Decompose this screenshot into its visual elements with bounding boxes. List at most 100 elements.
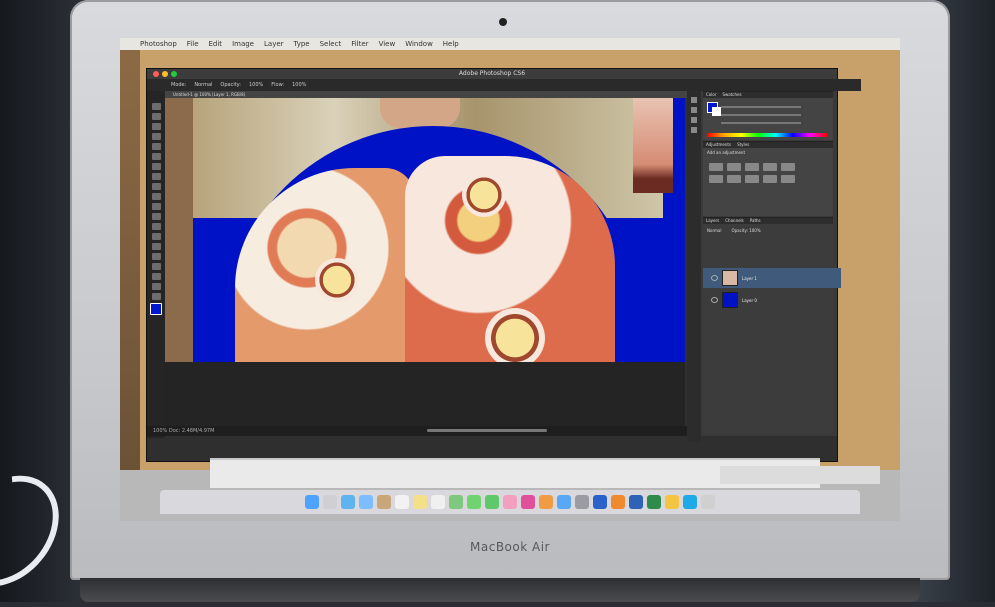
ps-window-title: Adobe Photoshop CS6 [458,70,526,77]
menubar-item[interactable]: Image [232,40,254,48]
safari-icon[interactable] [341,495,355,509]
blue-slider[interactable] [721,122,801,124]
move-tool-icon[interactable] [151,103,161,110]
photoshop-icon[interactable] [593,495,607,509]
lasso-tool-icon[interactable] [151,123,161,130]
color-spectrum[interactable] [707,133,827,137]
menubar-item[interactable]: File [187,40,199,48]
adjustments-panel: Adjustments Styles Add an adjustment [703,141,833,216]
document-tab[interactable]: Untitled-1 @ 100% (Layer 1, RGB/8) [165,91,693,98]
path-select-tool-icon[interactable] [151,263,161,270]
calendar-icon[interactable] [395,495,409,509]
crop-tool-icon[interactable] [151,143,161,150]
layer-row[interactable]: Layer 1 [703,268,841,288]
contacts-icon[interactable] [377,495,391,509]
flow-field[interactable]: 100% [292,82,306,88]
foreground-color-swatch[interactable] [150,303,162,315]
brush-panel-icon[interactable] [691,117,697,123]
blur-tool-icon[interactable] [151,223,161,230]
menubar-item[interactable]: Edit [209,40,223,48]
character-panel-icon[interactable] [691,127,697,133]
shape-tool-icon[interactable] [151,273,161,280]
chrome-icon[interactable] [665,495,679,509]
opacity-field[interactable]: 100% [249,82,263,88]
color-balance-icon[interactable] [727,175,741,183]
layer-opacity-field[interactable]: Opacity: 100% [731,228,760,233]
history-panel-icon[interactable] [691,97,697,103]
horizontal-scrollbar[interactable] [427,429,547,432]
dodge-tool-icon[interactable] [151,233,161,240]
appstore-icon[interactable] [557,495,571,509]
skype-icon[interactable] [683,495,697,509]
photos-icon[interactable] [503,495,517,509]
hue-saturation-icon[interactable] [709,175,723,183]
hand-tool-icon[interactable] [151,283,161,290]
properties-panel-icon[interactable] [691,107,697,113]
notes-icon[interactable] [413,495,427,509]
tab-paths[interactable]: Paths [750,218,761,224]
maps-icon[interactable] [449,495,463,509]
menubar-item[interactable]: Select [320,40,342,48]
tab-adjustments[interactable]: Adjustments [706,142,731,148]
preferences-icon[interactable] [575,495,589,509]
finder-icon[interactable] [305,495,319,509]
menubar-app-name[interactable]: Photoshop [140,40,177,48]
green-slider[interactable] [721,114,801,116]
messages-icon[interactable] [467,495,481,509]
blend-mode-select[interactable]: Normal [707,228,721,233]
menubar-item[interactable]: Window [405,40,433,48]
levels-icon[interactable] [727,163,741,171]
background-chip[interactable] [712,107,721,116]
itunes-icon[interactable] [521,495,535,509]
layer-row[interactable]: Layer 0 [703,290,841,310]
launchpad-icon[interactable] [323,495,337,509]
tab-color[interactable]: Color [706,92,716,98]
marquee-tool-icon[interactable] [151,113,161,120]
word-icon[interactable] [629,495,643,509]
gradient-tool-icon[interactable] [151,213,161,220]
zoom-tool-icon[interactable] [151,293,161,300]
layer-thumbnail [722,292,738,308]
menubar-item[interactable]: Filter [351,40,368,48]
brush-tool-icon[interactable] [151,173,161,180]
excel-icon[interactable] [647,495,661,509]
mail-icon[interactable] [359,495,373,509]
document-canvas[interactable] [165,98,685,362]
history-brush-tool-icon[interactable] [151,193,161,200]
healing-tool-icon[interactable] [151,163,161,170]
eye-icon[interactable] [711,297,718,303]
quick-select-tool-icon[interactable] [151,133,161,140]
eyedropper-tool-icon[interactable] [151,153,161,160]
curves-icon[interactable] [745,163,759,171]
option-label: Opacity: [220,82,241,88]
trash-icon[interactable] [701,495,715,509]
photo-filter-icon[interactable] [763,175,777,183]
black-white-icon[interactable] [745,175,759,183]
eraser-tool-icon[interactable] [151,203,161,210]
facetime-icon[interactable] [485,495,499,509]
tab-swatches[interactable]: Swatches [722,92,741,98]
tab-layers[interactable]: Layers [706,218,719,224]
tab-channels[interactable]: Channels [725,218,744,224]
reminders-icon[interactable] [431,495,445,509]
ibooks-icon[interactable] [539,495,553,509]
mode-select[interactable]: Normal [194,82,212,88]
pen-tool-icon[interactable] [151,243,161,250]
canvas-pattern-motif [315,258,359,302]
menubar-item[interactable]: Type [294,40,310,48]
brightness-icon[interactable] [709,163,723,171]
illustrator-icon[interactable] [611,495,625,509]
menubar-item[interactable]: Help [443,40,459,48]
menubar-item[interactable]: Layer [264,40,284,48]
device-brand-label: MacBook Air [470,540,550,554]
channel-mixer-icon[interactable] [781,175,795,183]
type-tool-icon[interactable] [151,253,161,260]
vibrance-icon[interactable] [781,163,795,171]
eye-icon[interactable] [711,275,718,281]
menubar-item[interactable]: View [379,40,396,48]
canvas-edge-photo [165,98,193,362]
exposure-icon[interactable] [763,163,777,171]
red-slider[interactable] [721,106,801,108]
tab-styles[interactable]: Styles [737,142,749,148]
clone-stamp-tool-icon[interactable] [151,183,161,190]
